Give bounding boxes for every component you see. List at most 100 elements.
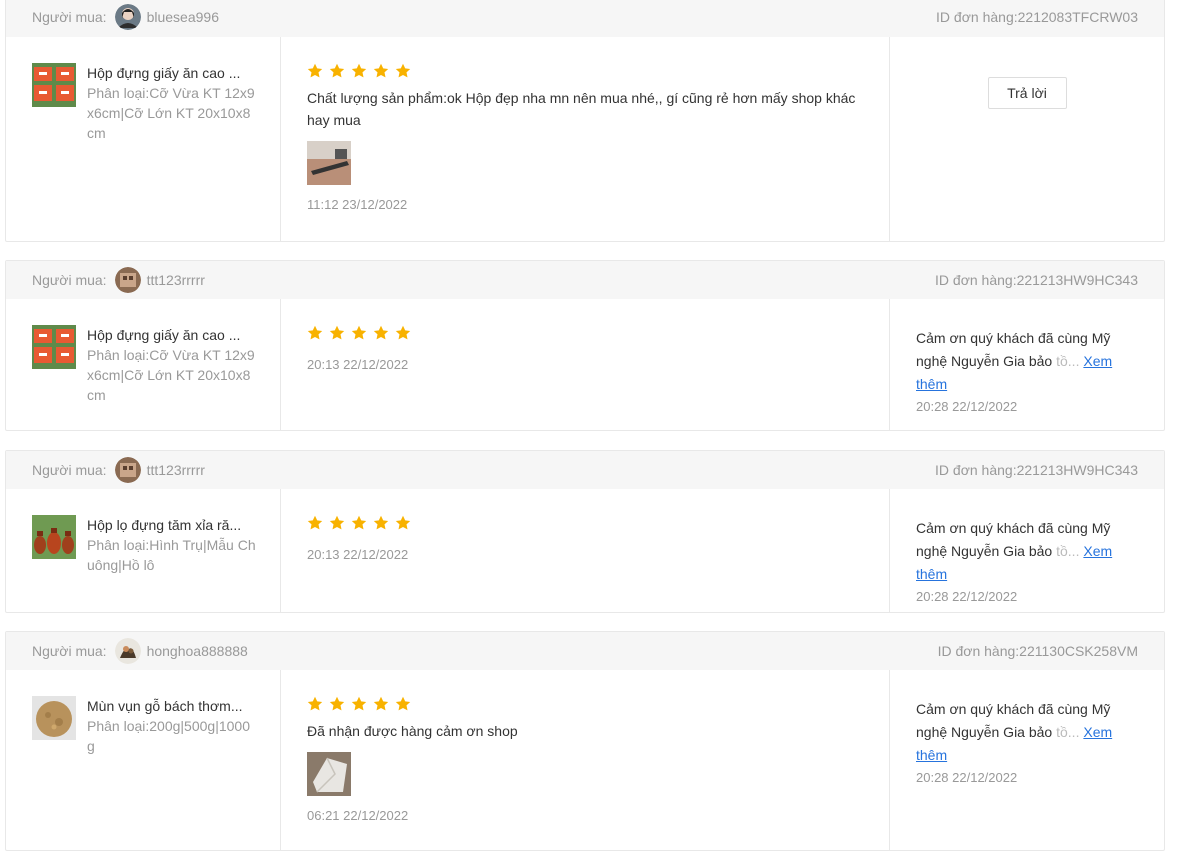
rating-stars [307,694,863,714]
buyer-label: Người mua: [32,462,107,478]
star-icon [307,63,323,78]
star-icon [351,325,367,340]
buyer-avatar[interactable] [114,457,141,483]
review-text: Đã nhận được hàng cảm ơn shop [307,723,518,739]
buyer-username[interactable]: ttt123rrrrr [147,462,205,478]
star-icon [329,696,345,711]
star-icon [329,515,345,530]
review-time: 11:12 23/12/2022 [307,197,408,212]
buyer-avatar[interactable] [114,267,141,293]
product-variant: Phân loại:Cỡ Vừa KT 12x9x6cm|Cỡ Lớn KT 2… [87,347,255,403]
review-column: Đã nhận được hàng cảm ơn shop 06:21 22/1… [281,670,890,850]
order-id-value[interactable]: 221213HW9HC343 [1017,462,1138,478]
product-info: Hộp đựng giấy ăn cao ... Phân loại:Cỡ Vừ… [87,63,257,241]
product-name[interactable]: Mùn vụn gỗ bách thơm... [87,696,257,716]
review-card-header: Người mua: ttt123rrrrr ID đơn hàng:22121… [6,261,1164,299]
review-card-header: Người mua: bluesea996 ID đơn hàng:221208… [6,0,1164,37]
order-id-value[interactable]: 221130CSK258VM [1019,643,1138,659]
star-icon [373,696,389,711]
order-id-value[interactable]: 221213HW9HC343 [1017,272,1138,288]
review-card-body: Hộp đựng giấy ăn cao ... Phân loại:Cỡ Vừ… [6,37,1164,241]
shop-reply-truncated: tồ... [1056,353,1080,369]
order-id-label: ID đơn hàng: [935,462,1017,478]
product-column: Hộp đựng giấy ăn cao ... Phân loại:Cỡ Vừ… [6,37,281,241]
buyer-info: Người mua: ttt123rrrrr [32,267,205,293]
review-time: 06:21 22/12/2022 [307,808,409,823]
product-variant: Phân loại:Hình Trụ|Mẫu Chuông|Hồ lô [87,537,256,573]
product-name[interactable]: Hộp đựng giấy ăn cao ... [87,325,257,345]
star-icon [307,325,323,340]
review-image[interactable] [307,141,351,185]
buyer-info: Người mua: honghoa888888 [32,638,248,664]
review-card-header: Người mua: ttt123rrrrr ID đơn hàng:22121… [6,451,1164,489]
product-name[interactable]: Hộp đựng giấy ăn cao ... [87,63,257,83]
review-column: 20:13 22/12/2022 [281,489,890,612]
star-icon [307,696,323,711]
buyer-label: Người mua: [32,643,107,659]
review-column: Chất lượng sản phẩm:ok Hộp đẹp nha mn nê… [281,37,890,241]
product-thumbnail[interactable] [32,63,76,107]
product-info: Mùn vụn gỗ bách thơm... Phân loại:200g|5… [87,696,257,850]
product-variant: Phân loại:Cỡ Vừa KT 12x9x6cm|Cỡ Lớn KT 2… [87,85,255,141]
review-card-header: Người mua: honghoa888888 ID đơn hàng:221… [6,632,1164,670]
shop-reply-time: 20:28 22/12/2022 [916,770,1018,785]
buyer-avatar[interactable] [114,638,141,664]
buyer-avatar[interactable] [114,4,141,30]
buyer-label: Người mua: [32,9,107,25]
star-icon [307,515,323,530]
shop-reply-time: 20:28 22/12/2022 [916,399,1018,414]
star-icon [351,515,367,530]
star-icon [373,515,389,530]
product-column: Hộp đựng giấy ăn cao ... Phân loại:Cỡ Vừ… [6,299,281,430]
rating-stars [307,61,863,81]
order-id-value[interactable]: 2212083TFCRW03 [1018,9,1138,25]
review-time: 20:13 22/12/2022 [307,357,409,372]
order-id: ID đơn hàng:221130CSK258VM [938,643,1138,659]
star-icon [373,63,389,78]
shop-reply-body: Cảm ơn quý khách đã cùng Mỹ nghệ Nguyễn … [916,701,1111,740]
shop-reply-truncated: tồ... [1056,724,1080,740]
review-column: 20:13 22/12/2022 [281,299,890,430]
reply-column: Cảm ơn quý khách đã cùng Mỹ nghệ Nguyễn … [890,670,1164,850]
star-icon [395,325,411,340]
product-info: Hộp đựng giấy ăn cao ... Phân loại:Cỡ Vừ… [87,325,257,430]
review-card: Người mua: ttt123rrrrr ID đơn hàng:22121… [5,260,1165,431]
buyer-username[interactable]: ttt123rrrrr [147,272,205,288]
review-card: Người mua: honghoa888888 ID đơn hàng:221… [5,631,1165,851]
star-icon [351,63,367,78]
product-thumbnail[interactable] [32,325,76,369]
review-card: Người mua: ttt123rrrrr ID đơn hàng:22121… [5,450,1165,613]
reply-column: Trả lời [890,37,1164,241]
rating-stars [307,513,863,533]
star-icon [329,325,345,340]
star-icon [395,63,411,78]
review-card: Người mua: bluesea996 ID đơn hàng:221208… [5,0,1165,242]
buyer-info: Người mua: bluesea996 [32,4,219,30]
star-icon [395,515,411,530]
product-column: Hộp lọ đựng tăm xỉa ră... Phân loại:Hình… [6,489,281,612]
order-id-label: ID đơn hàng: [937,643,1020,659]
product-thumbnail[interactable] [32,696,76,740]
star-icon [395,696,411,711]
product-thumbnail[interactable] [32,515,76,559]
shop-reply-body: Cảm ơn quý khách đã cùng Mỹ nghệ Nguyễn … [916,330,1111,369]
star-icon [351,696,367,711]
shop-reply-text: Cảm ơn quý khách đã cùng Mỹ nghệ Nguyễn … [916,327,1138,396]
review-card-body: Mùn vụn gỗ bách thơm... Phân loại:200g|5… [6,670,1164,850]
buyer-username[interactable]: bluesea996 [147,9,219,25]
star-icon [373,325,389,340]
review-image[interactable] [307,752,351,796]
shop-reply-text: Cảm ơn quý khách đã cùng Mỹ nghệ Nguyễn … [916,517,1138,586]
reply-column: Cảm ơn quý khách đã cùng Mỹ nghệ Nguyễn … [890,489,1164,612]
buyer-username[interactable]: honghoa888888 [147,643,248,659]
review-card-body: Hộp đựng giấy ăn cao ... Phân loại:Cỡ Vừ… [6,299,1164,430]
order-id-label: ID đơn hàng: [936,9,1018,25]
reply-button[interactable]: Trả lời [987,77,1067,109]
buyer-info: Người mua: ttt123rrrrr [32,457,205,483]
shop-reply-text: Cảm ơn quý khách đã cùng Mỹ nghệ Nguyễn … [916,698,1138,767]
order-id: ID đơn hàng:221213HW9HC343 [935,462,1138,478]
product-name[interactable]: Hộp lọ đựng tăm xỉa ră... [87,515,257,535]
product-info: Hộp lọ đựng tăm xỉa ră... Phân loại:Hình… [87,515,257,612]
rating-stars [307,323,863,343]
reply-column: Cảm ơn quý khách đã cùng Mỹ nghệ Nguyễn … [890,299,1164,430]
